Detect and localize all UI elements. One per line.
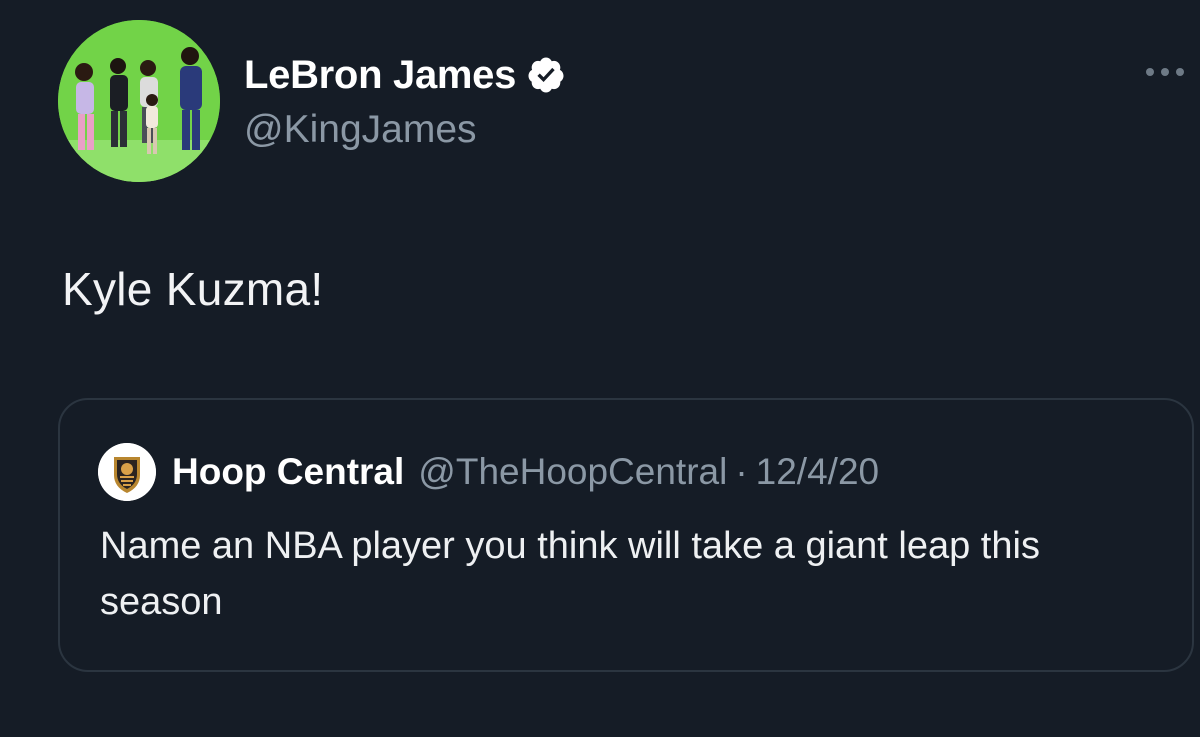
author-avatar[interactable] [58,20,220,182]
quoted-separator: · [735,451,748,492]
quoted-display-name[interactable]: Hoop Central [172,451,404,493]
ellipsis-icon[interactable] [1142,62,1188,82]
quoted-tweet[interactable]: Hoop Central @TheHoopCentral · 12/4/20 N… [58,398,1194,672]
quoted-tweet-header: Hoop Central @TheHoopCentral · 12/4/20 [98,443,879,501]
author-name-row: LeBron James [244,50,566,100]
quoted-date[interactable]: 12/4/20 [756,451,879,493]
verified-badge-icon [526,55,566,95]
tweet-card: LeBron James @KingJames Kyle Kuzma! Hoop… [0,0,1200,737]
group-photo-avatar-icon [58,20,220,182]
author-handle[interactable]: @KingJames [244,108,477,152]
author-display-name[interactable]: LeBron James [244,53,516,98]
quoted-handle[interactable]: @TheHoopCentral [418,451,727,493]
tweet-text: Kyle Kuzma! [62,263,324,315]
quoted-tweet-text: Name an NBA player you think will take a… [100,525,1040,623]
hoop-central-logo-icon[interactable] [98,443,156,501]
